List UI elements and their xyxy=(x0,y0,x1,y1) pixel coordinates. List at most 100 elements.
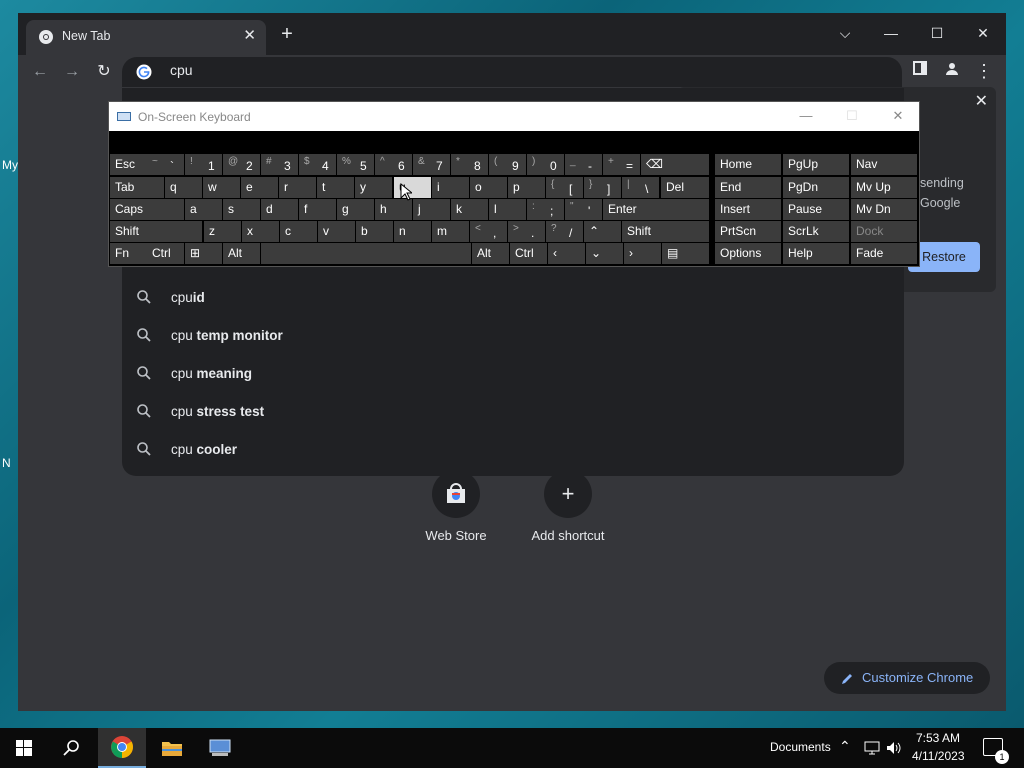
osk-nav-key[interactable]: PgUp xyxy=(783,154,849,175)
tab-close-icon[interactable]: ✕ xyxy=(243,26,256,44)
osk-key[interactable]: k xyxy=(451,199,488,220)
tab-new-tab[interactable]: New Tab ✕ xyxy=(26,20,266,55)
taskbar-file-explorer[interactable] xyxy=(148,728,196,768)
osk-key[interactable]: Fn xyxy=(110,243,147,264)
osk-nav-key[interactable]: Home xyxy=(715,154,781,175)
osk-key[interactable]: :; xyxy=(527,199,564,220)
osk-key[interactable]: w xyxy=(203,177,240,198)
osk-key[interactable]: i xyxy=(432,177,469,198)
osk-close-button[interactable]: ✕ xyxy=(885,106,911,126)
osk-key[interactable]: b xyxy=(356,221,393,242)
osk-key[interactable]: a xyxy=(185,199,222,220)
osk-key[interactable]: y xyxy=(355,177,392,198)
osk-key[interactable]: ⌄ xyxy=(586,243,623,264)
osk-key[interactable]: ⌫ xyxy=(641,154,709,175)
osk-key[interactable]: {[ xyxy=(546,177,583,198)
osk-nav-key[interactable]: Pause xyxy=(783,199,849,220)
osk-key[interactable]: x xyxy=(242,221,279,242)
volume-icon[interactable] xyxy=(886,741,902,755)
osk-key[interactable]: ! 1 xyxy=(185,154,222,175)
osk-key[interactable]: p xyxy=(508,177,545,198)
osk-key[interactable]: Del xyxy=(661,177,709,198)
suggestion-item[interactable]: cpu meaning xyxy=(122,355,904,393)
shortcut-add[interactable]: + Add shortcut xyxy=(518,470,618,543)
osk-nav-key[interactable]: Help xyxy=(783,243,849,264)
shortcut-web-store[interactable]: Web Store xyxy=(406,470,506,543)
back-button[interactable]: ← xyxy=(28,61,52,83)
osk-key[interactable]: ^ 6 xyxy=(375,154,412,175)
osk-key[interactable]: $4 xyxy=(299,154,336,175)
osk-key[interactable]: ‹ xyxy=(548,243,585,264)
osk-key[interactable]: d xyxy=(261,199,298,220)
osk-maximize-button[interactable]: ☐ xyxy=(839,106,865,126)
maximize-button[interactable]: ☐ xyxy=(914,19,960,47)
osk-key[interactable]: ) 0 xyxy=(527,154,564,175)
osk-key[interactable]: q xyxy=(165,177,202,198)
restore-close-icon[interactable]: ✕ xyxy=(975,91,988,111)
osk-key[interactable]: v xyxy=(318,221,355,242)
osk-key[interactable]: Esc xyxy=(110,154,147,175)
osk-key[interactable]: Shift xyxy=(622,221,709,242)
omnibox[interactable] xyxy=(122,57,902,87)
osk-key[interactable]: e xyxy=(241,177,278,198)
osk-title-bar[interactable]: On-Screen Keyboard — ☐ ✕ xyxy=(109,102,919,131)
osk-nav-key[interactable]: Mv Dn xyxy=(851,199,917,220)
osk-key[interactable]: }] xyxy=(584,177,621,198)
start-button[interactable] xyxy=(0,728,48,768)
taskbar-on-screen-keyboard[interactable] xyxy=(196,728,244,768)
osk-minimize-button[interactable]: — xyxy=(793,106,819,126)
osk-key[interactable]: ⌃ xyxy=(584,221,621,242)
menu-button[interactable]: ⋮ xyxy=(972,61,996,83)
side-panel-icon[interactable] xyxy=(908,61,932,83)
osk-key[interactable]: Ctrl xyxy=(510,243,547,264)
osk-key[interactable]: m xyxy=(432,221,469,242)
osk-key[interactable]: g xyxy=(337,199,374,220)
omnibox-input[interactable] xyxy=(170,62,770,78)
osk-nav-key[interactable]: PrtScn xyxy=(715,221,781,242)
osk-key[interactable]: @2 xyxy=(223,154,260,175)
osk-key[interactable]: Alt xyxy=(472,243,509,264)
osk-key[interactable]: ? / xyxy=(546,221,583,242)
osk-key[interactable]: z xyxy=(204,221,241,242)
osk-key[interactable]: (9 xyxy=(489,154,526,175)
osk-key[interactable]: % 5 xyxy=(337,154,374,175)
clock-time[interactable]: 7:53 AM xyxy=(916,731,960,745)
osk-key[interactable]: ~ ` xyxy=(147,154,184,175)
osk-key[interactable]: <, xyxy=(470,221,507,242)
osk-key[interactable]: h xyxy=(375,199,412,220)
osk-key[interactable]: l xyxy=(489,199,526,220)
suggestion-item[interactable]: cpuid xyxy=(122,279,904,317)
osk-nav-key[interactable]: Nav xyxy=(851,154,917,175)
osk-nav-key[interactable]: Fade xyxy=(851,243,917,264)
osk-key[interactable]: n xyxy=(394,221,431,242)
customize-chrome-button[interactable]: Customize Chrome xyxy=(824,662,990,694)
osk-nav-key[interactable]: ScrLk xyxy=(783,221,849,242)
osk-key[interactable]: s xyxy=(223,199,260,220)
osk-key[interactable]: j xyxy=(413,199,450,220)
osk-nav-key[interactable]: Insert xyxy=(715,199,781,220)
osk-key[interactable]: c xyxy=(280,221,317,242)
clock-date[interactable]: 4/11/2023 xyxy=(912,749,965,763)
osk-key[interactable]: + = xyxy=(603,154,640,175)
osk-key[interactable]: r xyxy=(279,177,316,198)
forward-button[interactable]: → xyxy=(60,61,84,83)
osk-key[interactable]: | \ xyxy=(622,177,659,198)
suggestion-item[interactable]: cpu temp monitor xyxy=(122,317,904,355)
new-tab-button[interactable]: + xyxy=(276,23,298,45)
profile-icon[interactable] xyxy=(940,61,964,83)
reload-button[interactable]: ↻ xyxy=(92,61,116,83)
osk-key[interactable]: Caps xyxy=(110,199,184,220)
osk-nav-key[interactable]: Options xyxy=(715,243,781,264)
osk-key[interactable]: * 8 xyxy=(451,154,488,175)
osk-key[interactable]: o xyxy=(470,177,507,198)
minimize-button[interactable]: — xyxy=(868,19,914,47)
tab-search-button[interactable]: ⌵ xyxy=(822,19,868,47)
osk-key[interactable]: >. xyxy=(508,221,545,242)
osk-key[interactable]: f xyxy=(299,199,336,220)
osk-key[interactable]: #3 xyxy=(261,154,298,175)
taskbar-chrome[interactable] xyxy=(98,728,146,768)
network-icon[interactable] xyxy=(864,741,880,755)
osk-key[interactable]: › xyxy=(624,243,661,264)
suggestion-item[interactable]: cpu cooler xyxy=(122,431,904,469)
close-button[interactable]: ✕ xyxy=(960,19,1006,47)
